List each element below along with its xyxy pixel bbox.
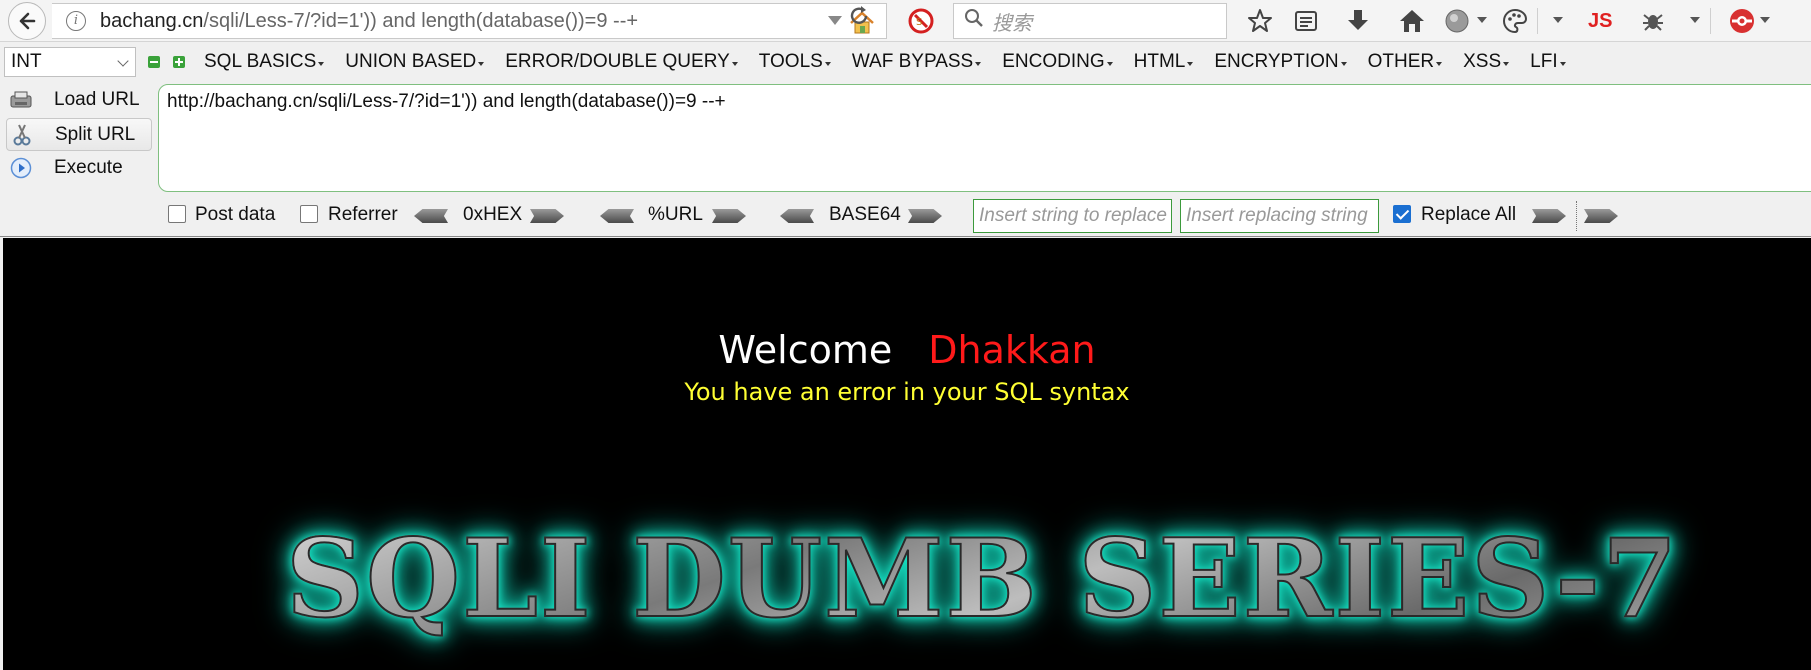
increase-icon[interactable] xyxy=(173,56,185,68)
search-icon xyxy=(964,8,984,34)
options-separator xyxy=(1576,201,1577,231)
replace-run-arrow-icon[interactable] xyxy=(1532,209,1566,223)
base64-encode-arrow-icon[interactable] xyxy=(908,209,942,223)
base64-decode-arrow-icon[interactable] xyxy=(780,209,814,223)
replace-to-input[interactable]: Insert replacing string xyxy=(1180,199,1379,233)
back-button[interactable] xyxy=(8,2,46,40)
back-arrow-icon xyxy=(19,12,36,30)
menu-error-double-query[interactable]: ERROR/DOUBLE QUERY xyxy=(505,51,738,73)
hackbar-addon-icon[interactable] xyxy=(1727,6,1757,36)
url-textarea[interactable]: http://bachang.cn/sqli/Less-7/?id=1')) a… xyxy=(158,84,1811,192)
execute-button[interactable]: Execute xyxy=(6,151,152,184)
url-path: /sqli/Less-7/?id=1')) and length(databas… xyxy=(203,9,639,32)
decrease-icon[interactable] xyxy=(148,56,160,68)
sqli-banner-title: SQLI DUMB SERIES-7 xyxy=(285,515,1680,643)
url-decode-arrow-icon[interactable] xyxy=(600,209,634,223)
menu-sql-basics[interactable]: SQL BASICS xyxy=(204,51,325,73)
execute-label: Execute xyxy=(54,156,123,178)
address-text[interactable]: bachang.cn/sqli/Less-7/?id=1')) and leng… xyxy=(100,10,638,33)
play-icon xyxy=(6,157,36,179)
replace-all-checkbox[interactable] xyxy=(1393,205,1411,223)
referrer-label: Referrer xyxy=(328,204,398,225)
load-url-icon xyxy=(6,90,36,110)
post-data-label: Post data xyxy=(195,204,276,225)
hex-decode-arrow-icon[interactable] xyxy=(414,209,448,223)
svg-text:S: S xyxy=(916,17,922,28)
globe-addon-icon[interactable] xyxy=(1444,6,1470,36)
load-url-button[interactable]: Load URL xyxy=(6,83,152,116)
split-url-button[interactable]: Split URL xyxy=(6,118,152,151)
menu-other[interactable]: OTHER xyxy=(1368,51,1443,73)
replace-undo-arrow-icon[interactable] xyxy=(1584,209,1618,223)
hex-encode-arrow-icon[interactable] xyxy=(530,209,564,223)
welcome-line: Welcome Dhakkan xyxy=(3,328,1811,372)
bug-dropdown-icon[interactable] xyxy=(1690,17,1700,23)
hackbar-addon-dropdown-icon[interactable] xyxy=(1760,17,1770,23)
type-select[interactable]: INT xyxy=(4,47,136,77)
scissors-icon xyxy=(7,123,37,147)
toolbar-separator xyxy=(1537,8,1538,34)
reload-icon[interactable] xyxy=(848,5,870,34)
url-host: bachang.cn xyxy=(100,9,204,32)
toolbar-separator xyxy=(1710,8,1711,34)
post-data-checkbox[interactable] xyxy=(168,205,186,223)
js-toggle-icon[interactable]: JS xyxy=(1588,6,1612,36)
palette-dropdown-icon[interactable] xyxy=(1553,17,1563,23)
base64-label: BASE64 xyxy=(829,204,901,225)
chevron-down-icon xyxy=(117,55,129,67)
browser-toolbar: i bachang.cn/sqli/Less-7/?id=1')) and le… xyxy=(0,0,1811,42)
address-bar[interactable]: i bachang.cn/sqli/Less-7/?id=1')) and le… xyxy=(52,3,887,39)
menu-lfi[interactable]: LFI xyxy=(1530,51,1566,73)
search-bar[interactable]: 搜索 xyxy=(953,3,1227,39)
urlenc-label: %URL xyxy=(648,204,703,225)
referrer-checkbox[interactable] xyxy=(300,205,318,223)
menu-encryption[interactable]: ENCRYPTION xyxy=(1214,51,1347,73)
hackbar-options-row: Post data Referrer 0xHEX %URL BASE64 Ins… xyxy=(0,195,1811,235)
split-url-label: Split URL xyxy=(55,123,136,145)
load-url-label: Load URL xyxy=(54,88,140,110)
noscript-icon[interactable]: S xyxy=(907,7,935,41)
reading-list-icon[interactable] xyxy=(1293,6,1319,36)
replace-all-label: Replace All xyxy=(1421,204,1517,225)
hackbar-menu: SQL BASICS UNION BASED ERROR/DOUBLE QUER… xyxy=(204,47,1587,77)
site-info-icon[interactable]: i xyxy=(66,11,86,31)
replace-from-input[interactable]: Insert string to replace xyxy=(973,199,1172,233)
url-encode-arrow-icon[interactable] xyxy=(712,209,746,223)
user-name-text: Dhakkan xyxy=(928,328,1096,372)
menu-tools[interactable]: TOOLS xyxy=(759,51,831,73)
hackbar-menu-row: INT SQL BASICS UNION BASED ERROR/DOUBLE … xyxy=(0,43,1811,81)
globe-addon-dropdown-icon[interactable] xyxy=(1477,17,1487,23)
url-history-dropdown-icon[interactable] xyxy=(828,16,842,25)
menu-waf-bypass[interactable]: WAF BYPASS xyxy=(852,51,982,73)
type-select-value: INT xyxy=(11,51,42,72)
palette-icon[interactable] xyxy=(1501,6,1529,36)
home-icon[interactable] xyxy=(1398,6,1426,36)
download-icon[interactable] xyxy=(1346,6,1370,36)
menu-xss[interactable]: XSS xyxy=(1463,51,1510,73)
bookmark-star-icon[interactable] xyxy=(1247,6,1273,36)
hackbar-panel: Load URL Split URL Execute http://bachan… xyxy=(0,81,1811,237)
page-content: Welcome Dhakkan You have an error in your… xyxy=(3,238,1811,670)
bug-icon[interactable] xyxy=(1640,6,1666,36)
menu-html[interactable]: HTML xyxy=(1134,51,1194,73)
js-badge-text: JS xyxy=(1588,9,1613,32)
welcome-text: Welcome xyxy=(718,328,893,372)
search-placeholder: 搜索 xyxy=(992,12,1032,35)
sql-error-message: You have an error in your SQL syntax xyxy=(684,378,1130,406)
hex-label: 0xHEX xyxy=(463,204,523,225)
menu-encoding[interactable]: ENCODING xyxy=(1002,51,1113,73)
menu-union-based[interactable]: UNION BASED xyxy=(345,51,485,73)
